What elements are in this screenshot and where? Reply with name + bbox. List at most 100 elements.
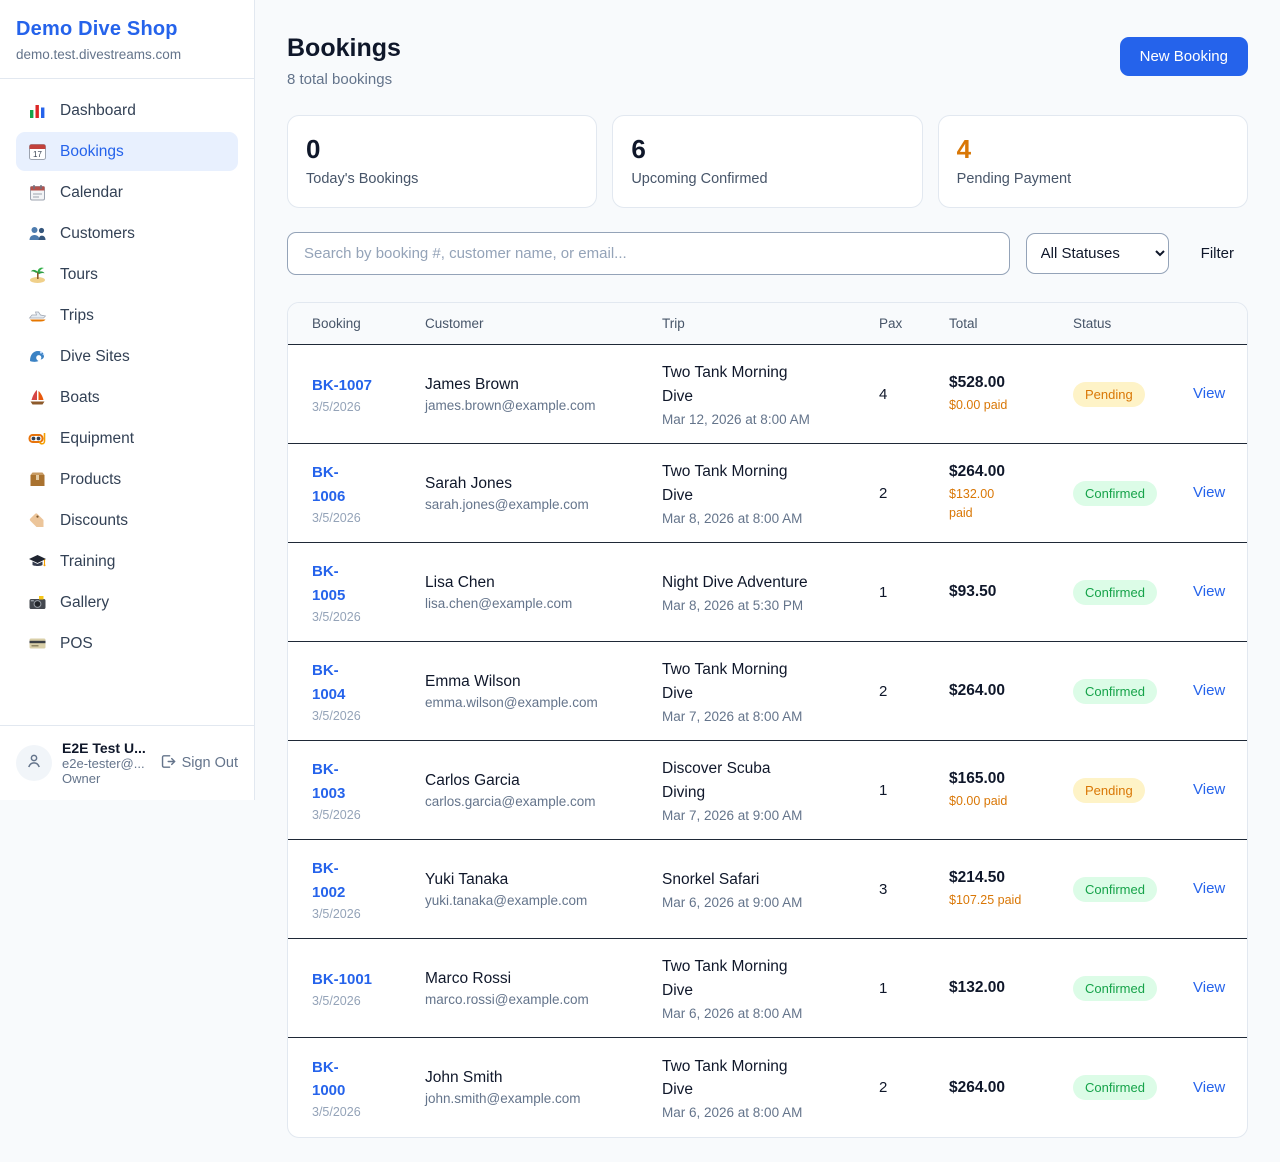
sidebar-item-label: Discounts: [60, 512, 128, 530]
sidebar-item-gallery[interactable]: Gallery: [16, 583, 238, 622]
status-badge: Pending: [1073, 778, 1145, 803]
view-link[interactable]: View: [1181, 682, 1225, 699]
search-input[interactable]: [287, 232, 1010, 275]
booking-date: 3/5/2026: [312, 511, 425, 525]
filter-button[interactable]: Filter: [1185, 245, 1248, 262]
credit-card-icon: [28, 634, 47, 653]
sidebar-item-tours[interactable]: Tours: [16, 255, 238, 294]
customer-name: Lisa Chen: [425, 574, 662, 592]
status-cell: Confirmed: [1073, 976, 1181, 1001]
main-content: Bookings 8 total bookings New Booking 0T…: [255, 0, 1280, 1138]
calendar-icon: 17: [28, 142, 47, 161]
table-row: BK-10033/5/2026Carlos Garciacarlos.garci…: [288, 741, 1247, 840]
view-link[interactable]: View: [1181, 781, 1225, 798]
sidebar-item-pos[interactable]: POS: [16, 624, 238, 663]
sidebar-item-customers[interactable]: Customers: [16, 214, 238, 253]
customer-email: yuki.tanaka@example.com: [425, 893, 662, 908]
total-amount: $165.00: [949, 770, 1073, 788]
sign-out-button[interactable]: Sign Out: [159, 753, 238, 774]
sidebar-item-training[interactable]: Training: [16, 542, 238, 581]
booking-number-link[interactable]: BK-1002: [312, 857, 425, 904]
view-link[interactable]: View: [1181, 880, 1225, 897]
status-cell: Confirmed: [1073, 481, 1181, 506]
booking-cell: BK-10033/5/2026: [312, 758, 425, 822]
trip-cell: Two Tank MorningDive Mar 7, 2026 at 8:00 …: [662, 658, 879, 724]
sidebar-item-calendar[interactable]: Calendar: [16, 173, 238, 212]
person-icon: [25, 752, 43, 775]
diving-mask-icon: [28, 429, 47, 448]
total-amount: $93.50: [949, 583, 1073, 601]
sidebar-item-boats[interactable]: Boats: [16, 378, 238, 417]
sidebar-item-label: Tours: [60, 266, 98, 284]
trip-datetime: Mar 7, 2026 at 9:00 AM: [662, 808, 879, 823]
view-cell: View: [1181, 484, 1247, 502]
table-row: BK-10003/5/2026John Smithjohn.smith@exam…: [288, 1038, 1247, 1137]
trip-name: Night Dive Adventure: [662, 571, 879, 594]
booking-number-link[interactable]: BK-1003: [312, 758, 425, 805]
new-booking-button[interactable]: New Booking: [1120, 37, 1248, 76]
sidebar-item-products[interactable]: Products: [16, 460, 238, 499]
status-cell: Pending: [1073, 778, 1181, 803]
customer-name: Emma Wilson: [425, 673, 662, 691]
paid-amount: $107.25 paid: [949, 891, 1049, 910]
page-title: Bookings: [287, 34, 401, 63]
paid-amount: $0.00 paid: [949, 792, 1049, 811]
island-icon: [28, 265, 47, 284]
sidebar-item-discounts[interactable]: Discounts: [16, 501, 238, 540]
booking-number-link[interactable]: BK-1006: [312, 461, 425, 508]
bookings-count: 8 total bookings: [287, 71, 401, 88]
table-row: BK-10023/5/2026Yuki Tanakayuki.tanaka@ex…: [288, 840, 1247, 939]
view-link[interactable]: View: [1181, 979, 1225, 996]
booking-number-link[interactable]: BK-1000: [312, 1056, 425, 1103]
trip-datetime: Mar 7, 2026 at 8:00 AM: [662, 709, 879, 724]
view-cell: View: [1181, 880, 1247, 898]
sidebar-item-label: Dive Sites: [60, 348, 130, 366]
table-body: BK-10073/5/2026James Brownjames.brown@ex…: [288, 345, 1247, 1137]
stat-value: 6: [631, 134, 903, 165]
trip-name: Two Tank MorningDive: [662, 658, 879, 705]
booking-cell: BK-10023/5/2026: [312, 857, 425, 921]
wave-icon: [28, 347, 47, 366]
view-link[interactable]: View: [1181, 484, 1225, 501]
sidebar-item-equipment[interactable]: Equipment: [16, 419, 238, 458]
package-icon: [28, 470, 47, 489]
view-link[interactable]: View: [1181, 583, 1225, 600]
stats-row: 0Today's Bookings6Upcoming Confirmed4Pen…: [287, 115, 1248, 208]
sidebar-item-label: Calendar: [60, 184, 123, 202]
view-link[interactable]: View: [1181, 1079, 1225, 1096]
total-cell: $264.00: [949, 1079, 1073, 1097]
shop-name: Demo Dive Shop: [16, 18, 238, 41]
total-cell: $264.00$132.00paid: [949, 463, 1073, 523]
status-select[interactable]: All Statuses: [1026, 233, 1169, 274]
booking-number-link[interactable]: BK-1005: [312, 560, 425, 607]
sidebar-item-trips[interactable]: Trips: [16, 296, 238, 335]
pax-cell: 3: [879, 881, 949, 898]
stat-label: Pending Payment: [957, 171, 1229, 187]
total-amount: $264.00: [949, 463, 1073, 481]
table-row: BK-10043/5/2026Emma Wilsonemma.wilson@ex…: [288, 642, 1247, 741]
booking-number-link[interactable]: BK-1007: [312, 374, 425, 397]
customer-email: sarah.jones@example.com: [425, 497, 662, 512]
customer-name: John Smith: [425, 1069, 662, 1087]
status-badge: Confirmed: [1073, 481, 1157, 506]
trip-name: Two Tank MorningDive: [662, 955, 879, 1002]
status-cell: Confirmed: [1073, 679, 1181, 704]
pax-cell: 2: [879, 485, 949, 502]
sidebar-item-dashboard[interactable]: Dashboard: [16, 91, 238, 130]
user-email: e2e-tester@...: [62, 756, 149, 771]
table-row: BK-10013/5/2026Marco Rossimarco.rossi@ex…: [288, 939, 1247, 1038]
booking-number-link[interactable]: BK-1001: [312, 968, 425, 991]
trip-datetime: Mar 6, 2026 at 8:00 AM: [662, 1006, 879, 1021]
spiral-calendar-icon: [28, 183, 47, 202]
customer-email: carlos.garcia@example.com: [425, 794, 662, 809]
sidebar-item-dive-sites[interactable]: Dive Sites: [16, 337, 238, 376]
sidebar-item-bookings[interactable]: 17Bookings: [16, 132, 238, 171]
trip-name: Two Tank MorningDive: [662, 460, 879, 507]
view-link[interactable]: View: [1181, 385, 1225, 402]
customer-email: john.smith@example.com: [425, 1091, 662, 1106]
column-header-booking: Booking: [312, 316, 425, 331]
booking-number-link[interactable]: BK-1004: [312, 659, 425, 706]
pax-cell: 2: [879, 1079, 949, 1096]
stat-label: Today's Bookings: [306, 171, 578, 187]
booking-cell: BK-10043/5/2026: [312, 659, 425, 723]
